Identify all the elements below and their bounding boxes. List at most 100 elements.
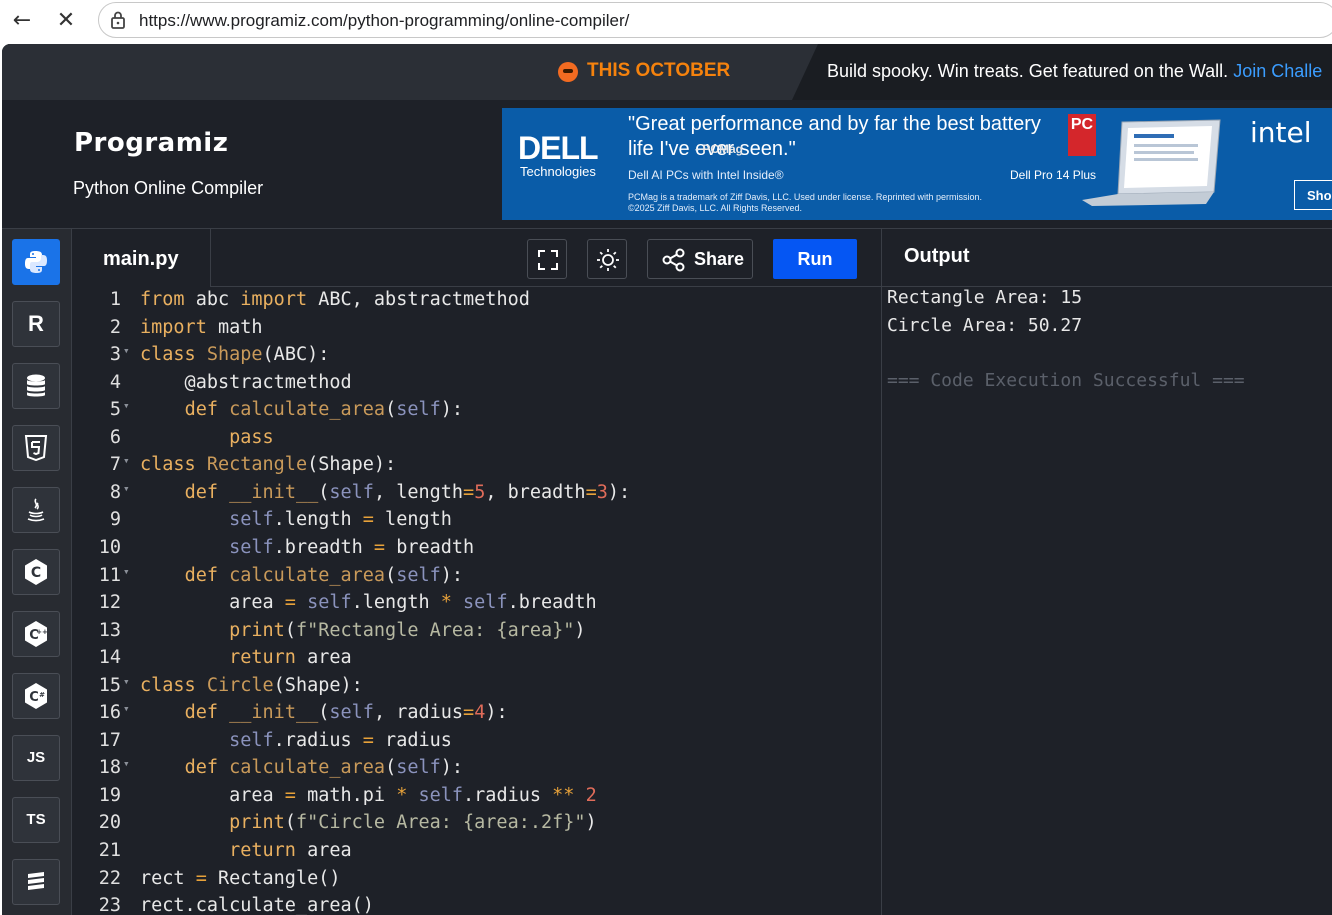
sun-icon bbox=[597, 249, 619, 271]
code-text: def calculate_area(self): bbox=[184, 757, 464, 779]
code-line[interactable]: 14 return area bbox=[73, 647, 881, 675]
code-line[interactable]: 20 print(f"Circle Area: {area:.2f}") bbox=[73, 812, 881, 840]
js-label: JS bbox=[26, 749, 46, 766]
code-line[interactable]: 10 self.breadth = breadth bbox=[73, 537, 881, 565]
fold-arrow-icon[interactable]: ▾ bbox=[123, 399, 130, 412]
language-sidebar: R C C ++ C # JS TS bbox=[2, 229, 72, 915]
code-line[interactable]: 12 area = self.length * self.breadth bbox=[73, 592, 881, 620]
run-button[interactable]: Run bbox=[773, 239, 857, 279]
ts-label: TS bbox=[26, 811, 46, 828]
advertisement[interactable]: DELL Technologies "Great performance and… bbox=[502, 108, 1332, 220]
lang-ts-button[interactable]: TS bbox=[12, 797, 60, 843]
code-line[interactable]: 5 ▾ def calculate_area(self): bbox=[73, 399, 881, 427]
line-number: 1 bbox=[109, 289, 121, 310]
code-line[interactable]: 15 ▾ class Circle(Shape): bbox=[73, 675, 881, 703]
back-arrow-icon[interactable]: ← bbox=[6, 6, 38, 36]
fullscreen-icon bbox=[538, 250, 558, 270]
code-text: self.radius = radius bbox=[229, 729, 452, 751]
fullscreen-button[interactable] bbox=[527, 239, 567, 279]
address-bar[interactable]: https://www.programiz.com/python-program… bbox=[98, 2, 1332, 38]
fold-arrow-icon[interactable]: ▾ bbox=[123, 482, 130, 495]
python-icon bbox=[25, 251, 47, 273]
code-text: rect = Rectangle() bbox=[140, 867, 341, 889]
code-text: @abstractmethod bbox=[140, 371, 352, 393]
share-label: Share bbox=[694, 249, 745, 269]
code-text: rect.calculate_area() bbox=[140, 895, 374, 915]
r-icon: R bbox=[28, 311, 44, 336]
code-text: def __init__(self, length=5, breadth=3): bbox=[184, 481, 631, 503]
lang-java-button[interactable] bbox=[12, 487, 60, 533]
lang-c-button[interactable]: C bbox=[12, 549, 60, 595]
fold-arrow-icon[interactable]: ▾ bbox=[123, 675, 130, 688]
code-line[interactable]: 17 self.radius = radius bbox=[73, 730, 881, 758]
line-number: 3 bbox=[109, 344, 121, 366]
code-line[interactable]: 18 ▾ def calculate_area(self): bbox=[73, 757, 881, 785]
fold-arrow-icon[interactable]: ▾ bbox=[123, 702, 130, 715]
code-text: pass bbox=[229, 426, 274, 448]
fold-arrow-icon[interactable]: ▾ bbox=[123, 344, 130, 357]
code-line[interactable]: 2 import math bbox=[73, 317, 881, 345]
code-text: self.breadth = breadth bbox=[229, 536, 475, 558]
close-icon[interactable]: ✕ bbox=[50, 6, 82, 36]
line-number: 13 bbox=[98, 619, 121, 641]
line-number: 20 bbox=[98, 812, 121, 834]
line-number: 22 bbox=[98, 867, 121, 889]
csharp-icon: C # bbox=[25, 683, 47, 709]
line-number: 23 bbox=[98, 895, 121, 915]
promo-banner: THIS OCTOBER Build spooky. Win treats. G… bbox=[2, 44, 1332, 100]
lang-swift-button[interactable] bbox=[12, 859, 60, 905]
theme-toggle-button[interactable] bbox=[587, 239, 627, 279]
ad-quote: "Great performance and by far the best b… bbox=[628, 112, 1068, 162]
code-text: return area bbox=[229, 647, 352, 669]
lang-cpp-button[interactable]: C ++ bbox=[12, 611, 60, 657]
ad-fine-print: PCMag is a trademark of Ziff Davis, LLC.… bbox=[628, 192, 982, 213]
lang-js-button[interactable]: JS bbox=[12, 735, 60, 781]
line-number: 2 bbox=[109, 316, 121, 338]
swift-icon bbox=[28, 872, 44, 890]
code-line[interactable]: 6 pass bbox=[73, 427, 881, 455]
code-line[interactable]: 11 ▾ def calculate_area(self): bbox=[73, 565, 881, 593]
promo-label: THIS OCTOBER bbox=[587, 60, 731, 81]
code-text: self.length = length bbox=[229, 509, 452, 531]
code-line[interactable]: 13 print(f"Rectangle Area: {area}") bbox=[73, 620, 881, 648]
lang-html-button[interactable] bbox=[12, 425, 60, 471]
fold-arrow-icon[interactable]: ▾ bbox=[123, 565, 130, 578]
code-line[interactable]: 1 from abc import ABC, abstractmethod bbox=[73, 289, 881, 317]
share-button[interactable]: Share bbox=[647, 239, 753, 279]
programiz-logo[interactable]: Programiz bbox=[74, 128, 228, 158]
code-line[interactable]: 8 ▾ def __init__(self, length=5, breadth=… bbox=[73, 482, 881, 510]
code-text: import math bbox=[140, 316, 263, 338]
lang-r-button[interactable]: R bbox=[12, 301, 60, 347]
url-text: https://www.programiz.com/python-program… bbox=[139, 11, 630, 30]
line-number: 7 bbox=[109, 454, 121, 476]
lang-python-button[interactable] bbox=[12, 239, 60, 285]
fold-arrow-icon[interactable]: ▾ bbox=[123, 757, 130, 770]
line-number: 5 bbox=[109, 399, 121, 421]
code-text: area = math.pi * self.radius ** 2 bbox=[140, 784, 597, 806]
code-line[interactable]: 4 @abstractmethod bbox=[73, 372, 881, 400]
ad-tagline: Dell AI PCs with Intel Inside® bbox=[628, 168, 784, 182]
code-line[interactable]: 19 area = math.pi * self.radius ** 2 bbox=[73, 785, 881, 813]
code-text: class Shape(ABC): bbox=[140, 344, 330, 366]
fold-arrow-icon[interactable]: ▾ bbox=[123, 454, 130, 467]
code-line[interactable]: 16 ▾ def __init__(self, radius=4): bbox=[73, 702, 881, 730]
code-line[interactable]: 21 return area bbox=[73, 840, 881, 868]
lang-csharp-button[interactable]: C # bbox=[12, 673, 60, 719]
laptop-image bbox=[1082, 119, 1221, 206]
code-line[interactable]: 7 ▾ class Rectangle(Shape): bbox=[73, 454, 881, 482]
code-editor[interactable]: 1 from abc import ABC, abstractmethod 2 imp… bbox=[73, 287, 881, 915]
page-subtitle: Python Online Compiler bbox=[73, 178, 264, 198]
join-challenge-link[interactable]: Join Challe bbox=[1233, 61, 1322, 81]
shop-button[interactable]: Sho bbox=[1294, 180, 1332, 210]
file-tab-main[interactable]: main.py bbox=[73, 229, 211, 287]
intel-logo: intel bbox=[1250, 116, 1312, 149]
browser-toolbar: ← ✕ https://www.programiz.com/python-pro… bbox=[0, 0, 1332, 44]
code-text: class Rectangle(Shape): bbox=[140, 454, 397, 476]
lang-sql-button[interactable] bbox=[12, 363, 60, 409]
code-line[interactable]: 23 rect.calculate_area() bbox=[73, 895, 881, 915]
panel-divider[interactable] bbox=[881, 229, 882, 915]
code-line[interactable]: 9 self.length = length bbox=[73, 509, 881, 537]
code-line[interactable]: 3 ▾ class Shape(ABC): bbox=[73, 344, 881, 372]
line-number: 21 bbox=[98, 840, 121, 861]
code-line[interactable]: 22 rect = Rectangle() bbox=[73, 868, 881, 896]
